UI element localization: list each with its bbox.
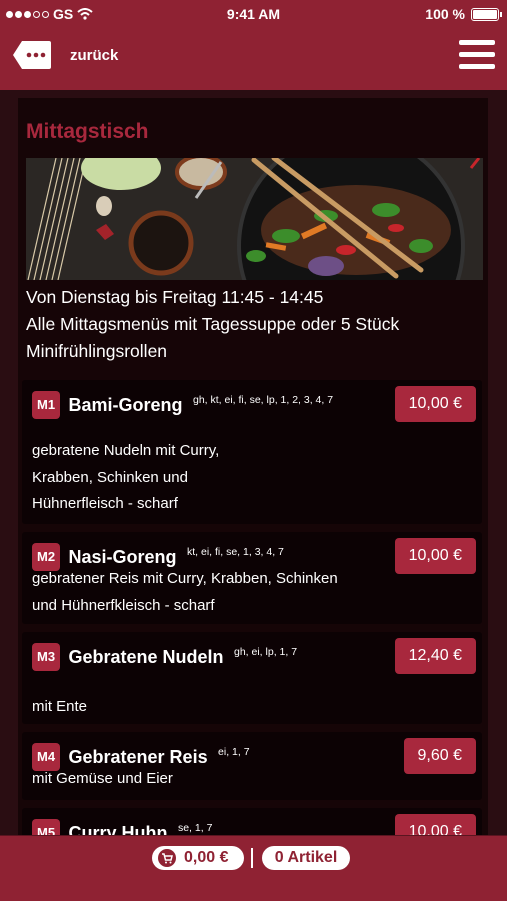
cart-item-count: 0 Artikel bbox=[274, 849, 338, 866]
add-to-cart-button[interactable]: 9,60 € bbox=[403, 738, 476, 774]
back-label: zurück bbox=[70, 46, 119, 64]
menu-description: gebratener Reis mit Curry, Krabben, Schi… bbox=[32, 570, 338, 614]
battery-percent: 100 % bbox=[425, 6, 465, 22]
menu-description: mit Ente bbox=[32, 698, 88, 715]
menu-item: M4 Gebratener Reis ei, 1, 7 mit Gemüse u… bbox=[22, 732, 482, 800]
menu-code: M3 bbox=[32, 643, 61, 672]
menu-name: Curry Huhn bbox=[68, 823, 168, 835]
menu-item-header: M1 Bami-Goreng gh, kt, ei, fi, se, lp, 1… bbox=[32, 388, 372, 420]
battery-info: 100 % bbox=[425, 6, 502, 22]
allergen-info: se, 1, 7 bbox=[177, 822, 213, 834]
cart-items-button[interactable]: 0 Artikel bbox=[262, 846, 350, 870]
menu-item: M1 Bami-Goreng gh, kt, ei, fi, se, lp, 1… bbox=[22, 380, 482, 524]
allergen-info: ei, 1, 7 bbox=[218, 746, 250, 758]
main-content[interactable]: Mittagstisch Von Dienstag bis Freitag 11… bbox=[0, 90, 507, 835]
menu-item-header: M3 Gebratene Nudeln gh, ei, lp, 1, 7 bbox=[32, 640, 372, 672]
add-to-cart-button[interactable]: 10,00 € bbox=[394, 814, 476, 835]
intro-text: Von Dienstag bis Freitag 11:45 - 14:45 A… bbox=[26, 284, 486, 365]
cart-total: 0,00 € bbox=[184, 849, 229, 866]
menu-code: M1 bbox=[32, 391, 61, 420]
menu-name: Bami-Goreng bbox=[68, 395, 183, 416]
hamburger-menu-icon[interactable] bbox=[459, 40, 495, 72]
battery-icon bbox=[471, 7, 502, 21]
menu-item: M3 Gebratene Nudeln gh, ei, lp, 1, 7 mit… bbox=[22, 632, 482, 724]
cart-icon bbox=[158, 849, 176, 867]
cart-total-button[interactable]: 0,00 € bbox=[152, 846, 244, 870]
back-tag-icon bbox=[13, 41, 51, 69]
menu-item-header: M5 Curry Huhn se, 1, 7 bbox=[32, 816, 372, 835]
menu-description: gebratene Nudeln mit Curry, Krabben, Sch… bbox=[32, 442, 220, 512]
menu-code: M5 bbox=[32, 819, 61, 835]
section-title: Mittagstisch bbox=[26, 120, 149, 143]
menu-item: M2 Nasi-Goreng kt, ei, fi, se, 1, 3, 4, … bbox=[22, 532, 482, 624]
cart-bar: 0,00 € 0 Artikel bbox=[0, 835, 507, 901]
food-banner-image bbox=[26, 158, 483, 280]
intro-hours: Von Dienstag bis Freitag 11:45 - 14:45 bbox=[26, 287, 324, 307]
allergen-info: gh, kt, ei, fi, se, lp, 1, 2, 3, 4, 7 bbox=[192, 394, 334, 406]
top-navigation: zurück bbox=[0, 28, 507, 90]
back-button[interactable]: zurück bbox=[12, 40, 118, 70]
menu-item: M5 Curry Huhn se, 1, 7 10,00 € bbox=[22, 808, 482, 835]
add-to-cart-button[interactable]: 10,00 € bbox=[394, 538, 476, 574]
add-to-cart-button[interactable]: 10,00 € bbox=[394, 386, 476, 422]
allergen-info: kt, ei, fi, se, 1, 3, 4, 7 bbox=[187, 546, 284, 558]
menu-name: Gebratene Nudeln bbox=[68, 647, 224, 668]
intro-note: Alle Mittagsmenüs mit Tagessuppe oder 5 … bbox=[26, 314, 400, 361]
menu-description: mit Gemüse und Eier bbox=[32, 770, 173, 787]
menu-name: Nasi-Goreng bbox=[68, 547, 177, 568]
add-to-cart-button[interactable]: 12,40 € bbox=[394, 638, 476, 674]
status-bar: GS 9:41 AM 100 % bbox=[0, 0, 507, 28]
menu-name: Gebratener Reis bbox=[68, 747, 208, 768]
allergen-info: gh, ei, lp, 1, 7 bbox=[234, 646, 298, 658]
divider bbox=[251, 848, 253, 868]
